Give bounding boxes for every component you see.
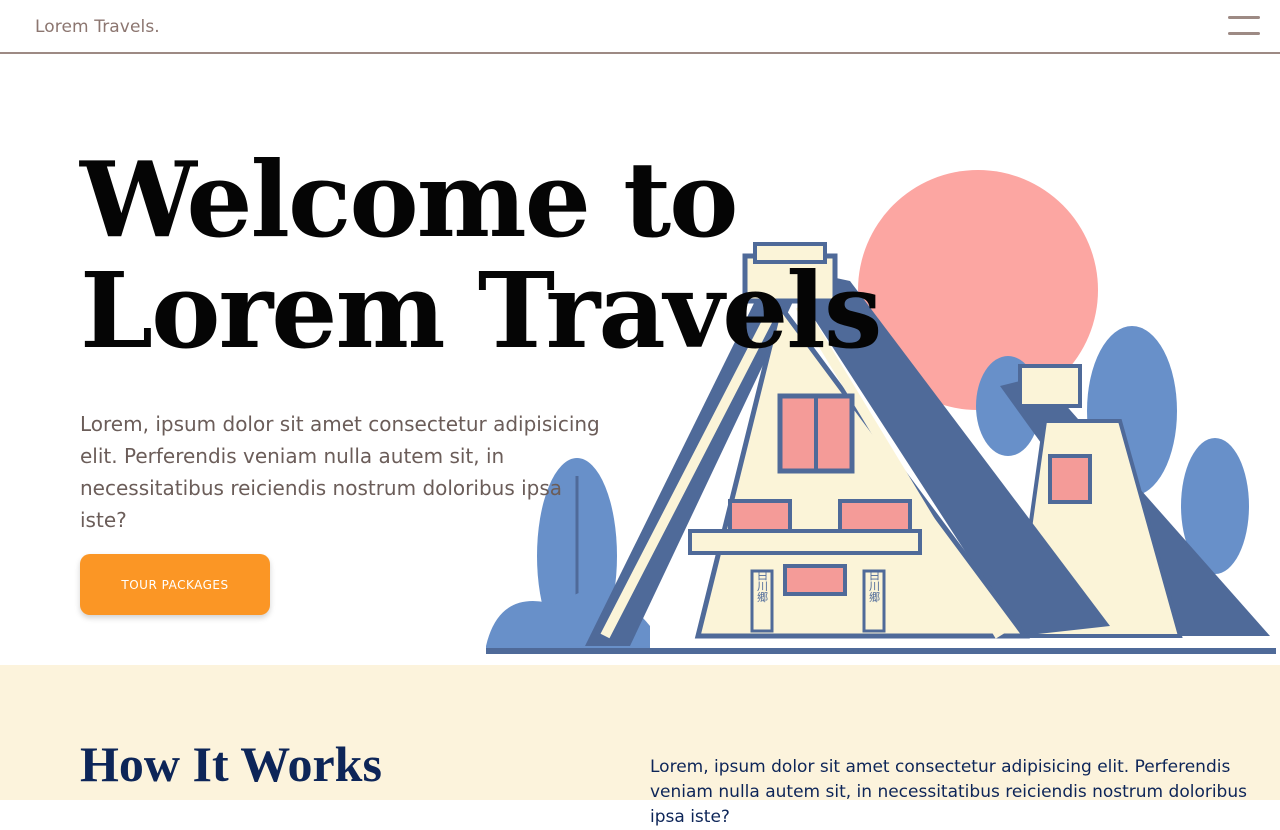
- big-house-middle-window-right: [838, 499, 912, 533]
- hamburger-menu-button[interactable]: [1226, 12, 1262, 42]
- how-it-works-title: How It Works: [80, 736, 382, 792]
- menu-line-top: [1228, 16, 1260, 19]
- hero-description: Lorem, ipsum dolor sit amet consectetur …: [80, 412, 600, 532]
- big-house-porch-roof: [688, 529, 922, 555]
- tour-packages-button[interactable]: TOUR PACKAGES: [80, 554, 270, 615]
- small-house-chimney: [1018, 364, 1082, 408]
- menu-line-bottom: [1228, 32, 1260, 35]
- brand-logo[interactable]: Lorem Travels.: [35, 17, 160, 37]
- how-it-works-section: How It Works Lorem, ipsum dolor sit amet…: [0, 665, 1280, 827]
- hero-section: 白川郷 白川郷 Welcome to Lorem Travels Lorem, …: [0, 56, 1280, 665]
- navbar: Lorem Travels.: [0, 0, 1280, 54]
- ground-line: [486, 648, 1276, 654]
- hero-title: Welcome to Lorem Travels: [80, 138, 882, 372]
- how-it-works-text: Lorem, ipsum dolor sit amet consectetur …: [650, 757, 1247, 827]
- big-house-door-window: [783, 564, 847, 596]
- small-house-window: [1048, 454, 1092, 504]
- sign-text-left: 白川郷: [756, 568, 769, 603]
- big-house-middle-window-left: [728, 499, 792, 533]
- sign-text-right: 白川郷: [868, 568, 881, 603]
